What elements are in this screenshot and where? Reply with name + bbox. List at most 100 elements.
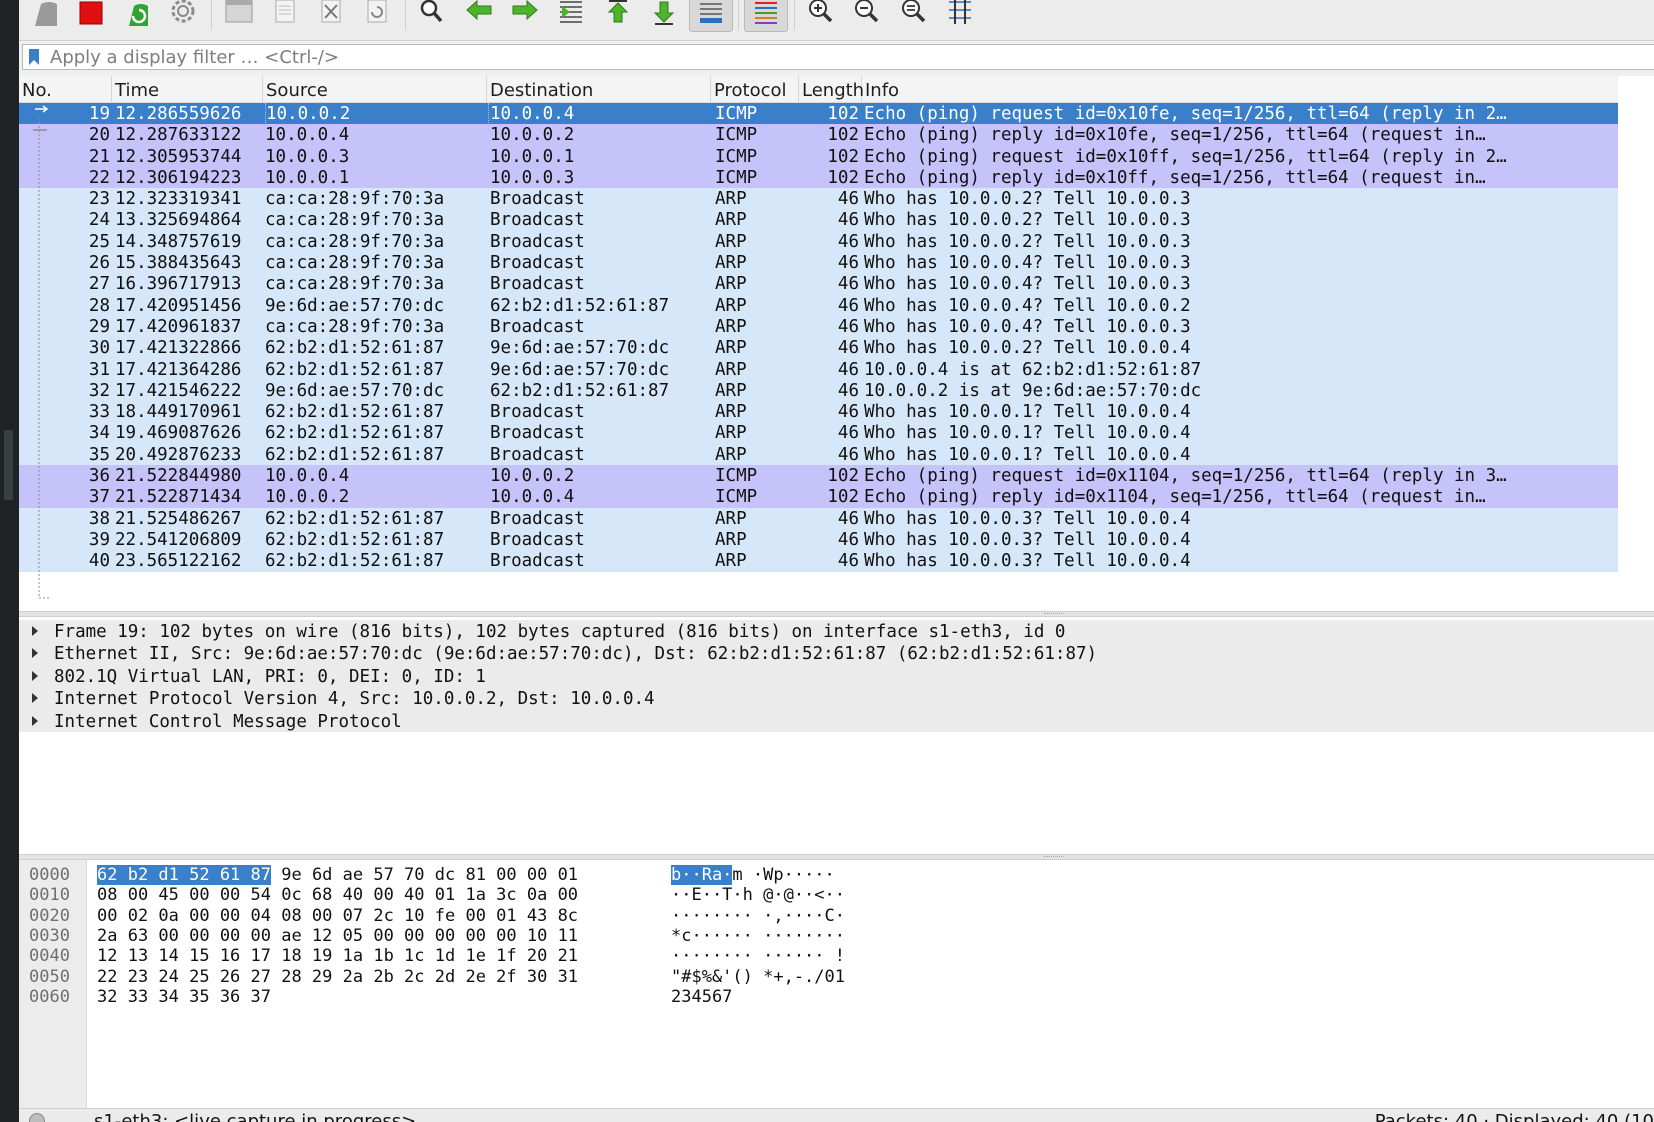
main-toolbar xyxy=(19,0,1654,41)
packet-row[interactable]: 22 12.306194223 10.0.0.1 10.0.0.3 ICMP 102 Ech… xyxy=(19,166,1618,189)
save-file-icon[interactable] xyxy=(266,0,304,32)
packet-row[interactable]: 20 12.287633122 10.0.0.4 10.0.0.2 ICMP 102 Ech… xyxy=(19,124,1618,146)
expert-info-icon[interactable] xyxy=(29,1113,45,1122)
close-file-icon[interactable] xyxy=(312,0,350,32)
bytes-hex[interactable]: 08 00 45 00 00 54 0c 68 40 00 40 01 1a 3… xyxy=(97,884,578,906)
packet-cell-dst: Broadcast xyxy=(490,444,585,465)
packet-cell-time: 17.421364286 xyxy=(115,359,242,380)
shark-fin-start-icon[interactable] xyxy=(27,0,65,32)
detail-row-ethernet[interactable]: Ethernet II, Src: 9e:6d:ae:57:70:dc (9e:… xyxy=(19,642,1654,665)
packet-row[interactable]: 28 17.420951456 9e:6d:ae:57:70:dc 62:b2:d1:… xyxy=(19,294,1618,316)
expand-arrow-icon[interactable] xyxy=(32,670,38,681)
bytes-ascii[interactable]: ··E··T·h @·@··<·· xyxy=(671,884,845,906)
packet-row[interactable]: 33 18.449170961 62:b2:d1:52:61:87 Broadcast… xyxy=(19,401,1618,423)
autoscroll-icon[interactable] xyxy=(689,0,733,32)
packet-row[interactable]: 31 17.421364286 62:b2:d1:52:61:87 9e:6d:ae:… xyxy=(19,358,1618,380)
packet-cell-src: 62:b2:d1:52:61:87 xyxy=(265,402,445,423)
packet-cell-info: Echo (ping) request id=0x10fe, seq=1/256… xyxy=(864,104,1507,124)
reload-file-icon[interactable] xyxy=(358,0,396,32)
packet-row[interactable]: 35 20.492876233 62:b2:d1:52:61:87 Broadcast… xyxy=(19,443,1618,466)
bytes-ascii[interactable]: 234567 xyxy=(671,986,732,1008)
find-packet-icon[interactable] xyxy=(413,0,451,32)
packet-row[interactable]: 38 21.525486267 62:b2:d1:52:61:87 Broadcast… xyxy=(19,507,1618,529)
display-filter-input[interactable] xyxy=(50,46,1640,68)
restart-capture-icon[interactable] xyxy=(119,0,157,32)
bytes-hex[interactable]: 22 23 24 25 26 27 28 29 2a 2b 2c 2d 2e 2… xyxy=(97,966,578,988)
packet-row[interactable]: 37 21.522871434 10.0.0.2 10.0.0.4 ICMP 102 Ech… xyxy=(19,486,1618,508)
packet-row[interactable]: 19 12.286559626 10.0.0.2 10.0.0.4 ICMP 102 Ech… xyxy=(19,103,1618,125)
zoom-out-icon[interactable] xyxy=(848,0,886,32)
column-header-source[interactable]: Source xyxy=(263,76,487,102)
bytes-hex[interactable]: 32 33 34 35 36 37 xyxy=(97,986,271,1008)
bytes-hex[interactable]: 12 13 14 15 16 17 18 19 1a 1b 1c 1d 1e 1… xyxy=(97,945,578,967)
column-header-length[interactable]: Length xyxy=(799,76,864,102)
packet-cell-src: 10.0.0.3 xyxy=(265,146,350,167)
packet-cell-info: Echo (ping) reply id=0x1104, seq=1/256, … xyxy=(864,487,1486,508)
packet-row[interactable]: 29 17.420961837 ca:ca:28:9f:70:3a Broadcast… xyxy=(19,315,1618,338)
bookmark-icon[interactable] xyxy=(29,49,39,65)
detail-row-vlan[interactable]: 802.1Q Virtual LAN, PRI: 0, DEI: 0, ID: … xyxy=(19,664,1654,688)
packet-row[interactable]: 24 13.325694864 ca:ca:28:9f:70:3a Broadcast… xyxy=(19,209,1618,231)
packet-row[interactable]: 25 14.348757619 ca:ca:28:9f:70:3a Broadcast… xyxy=(19,230,1618,253)
packet-row[interactable]: 23 12.323319341 ca:ca:28:9f:70:3a Broadcast… xyxy=(19,188,1618,210)
bytes-hex[interactable]: 00 02 0a 00 00 04 08 00 07 2c 10 fe 00 0… xyxy=(97,905,578,927)
packet-cell-len: 46 xyxy=(837,359,859,380)
stop-square-icon[interactable] xyxy=(72,0,110,32)
packet-cell-proto: ARP xyxy=(715,253,747,274)
packet-cell-dst: Broadcast xyxy=(490,274,585,295)
bytes-hex-highlight: 62 b2 d1 52 61 87 xyxy=(97,865,271,885)
zoom-normal-icon[interactable] xyxy=(895,0,933,32)
packet-cell-time: 21.525486267 xyxy=(115,508,242,529)
packet-row[interactable]: 40 23.565122162 62:b2:d1:52:61:87 Broadcast… xyxy=(19,550,1618,572)
go-first-packet-icon[interactable] xyxy=(599,0,637,32)
go-to-packet-icon[interactable] xyxy=(552,0,590,32)
detail-row-frame[interactable]: Frame 19: 102 bytes on wire (816 bits), … xyxy=(19,620,1654,643)
packet-cell-proto: ICMP xyxy=(715,146,758,167)
detail-row-ipv4[interactable]: Internet Protocol Version 4, Src: 10.0.0… xyxy=(19,687,1654,710)
column-header-info[interactable]: Info xyxy=(862,76,1618,102)
bytes-ascii[interactable]: *c······ ········ xyxy=(671,925,845,947)
packet-row[interactable]: 21 12.305953744 10.0.0.3 10.0.0.1 ICMP 102 Ech… xyxy=(19,145,1618,167)
colorize-icon[interactable] xyxy=(744,0,788,32)
bytes-ascii[interactable]: ········ ·,····C· xyxy=(671,905,845,927)
column-header-protocol[interactable]: Protocol xyxy=(711,76,799,102)
packet-row[interactable]: 26 15.388435643 ca:ca:28:9f:70:3a Broadcast… xyxy=(19,252,1618,274)
go-forward-arrow-icon[interactable] xyxy=(506,0,544,32)
packet-cell-time: 23.565122162 xyxy=(115,551,242,572)
expand-arrow-icon[interactable] xyxy=(32,693,38,704)
column-header-no[interactable]: No. xyxy=(19,76,112,102)
packet-row[interactable]: 27 16.396717913 ca:ca:28:9f:70:3a Broadcast… xyxy=(19,273,1618,295)
detail-row-icmp[interactable]: Internet Control Message Protocol xyxy=(19,709,1654,732)
open-file-icon[interactable] xyxy=(219,0,257,32)
go-last-packet-icon[interactable] xyxy=(645,0,683,32)
packet-row[interactable]: 30 17.421322866 62:b2:d1:52:61:87 9e:6d:ae:… xyxy=(19,337,1618,359)
packet-cell-proto: ARP xyxy=(715,529,747,550)
packet-cell-info: Who has 10.0.0.4? Tell 10.0.0.3 xyxy=(864,253,1191,274)
packet-cell-src: ca:ca:28:9f:70:3a xyxy=(265,210,445,231)
bytes-ascii[interactable]: "#$%&'() *+,-./01 xyxy=(671,966,845,988)
packet-row[interactable]: 34 19.469087626 62:b2:d1:52:61:87 Broadcast… xyxy=(19,422,1618,444)
packet-cell-no: 35 xyxy=(88,444,110,465)
packet-row[interactable]: 32 17.421546222 9e:6d:ae:57:70:dc 62:b2:d1:… xyxy=(19,379,1618,402)
go-back-arrow-icon[interactable] xyxy=(460,0,498,32)
expand-arrow-icon[interactable] xyxy=(32,715,38,726)
packet-cell-info: Who has 10.0.0.4? Tell 10.0.0.2 xyxy=(864,295,1191,316)
column-header-time[interactable]: Time xyxy=(112,76,263,102)
desktop-left-edge xyxy=(0,0,19,1122)
packet-row[interactable]: 36 21.522844980 10.0.0.4 10.0.0.2 ICMP 102 Ech… xyxy=(19,465,1618,487)
resize-columns-icon[interactable] xyxy=(941,0,979,32)
capture-options-gear-icon[interactable] xyxy=(164,0,202,32)
bytes-ascii[interactable]: ········ ······ ! xyxy=(671,945,845,967)
bytes-ascii[interactable]: b··Ra·m ·Wp····· xyxy=(671,864,835,886)
bytes-hex[interactable]: 2a 63 00 00 00 00 ae 12 05 00 00 00 00 0… xyxy=(97,925,578,947)
packet-cell-proto: ARP xyxy=(715,551,747,572)
packet-cell-info: Who has 10.0.0.2? Tell 10.0.0.3 xyxy=(864,210,1191,231)
column-header-destination[interactable]: Destination xyxy=(487,76,711,102)
packet-row[interactable]: 39 22.541206809 62:b2:d1:52:61:87 Broadcast… xyxy=(19,528,1618,551)
packet-cell-len: 46 xyxy=(837,274,859,295)
zoom-in-icon[interactable] xyxy=(802,0,840,32)
expand-arrow-icon[interactable] xyxy=(32,648,38,659)
packet-cell-time: 19.469087626 xyxy=(115,423,242,444)
bytes-hex[interactable]: 62 b2 d1 52 61 87 9e 6d ae 57 70 dc 81 0… xyxy=(97,864,578,886)
expand-arrow-icon[interactable] xyxy=(32,626,38,636)
